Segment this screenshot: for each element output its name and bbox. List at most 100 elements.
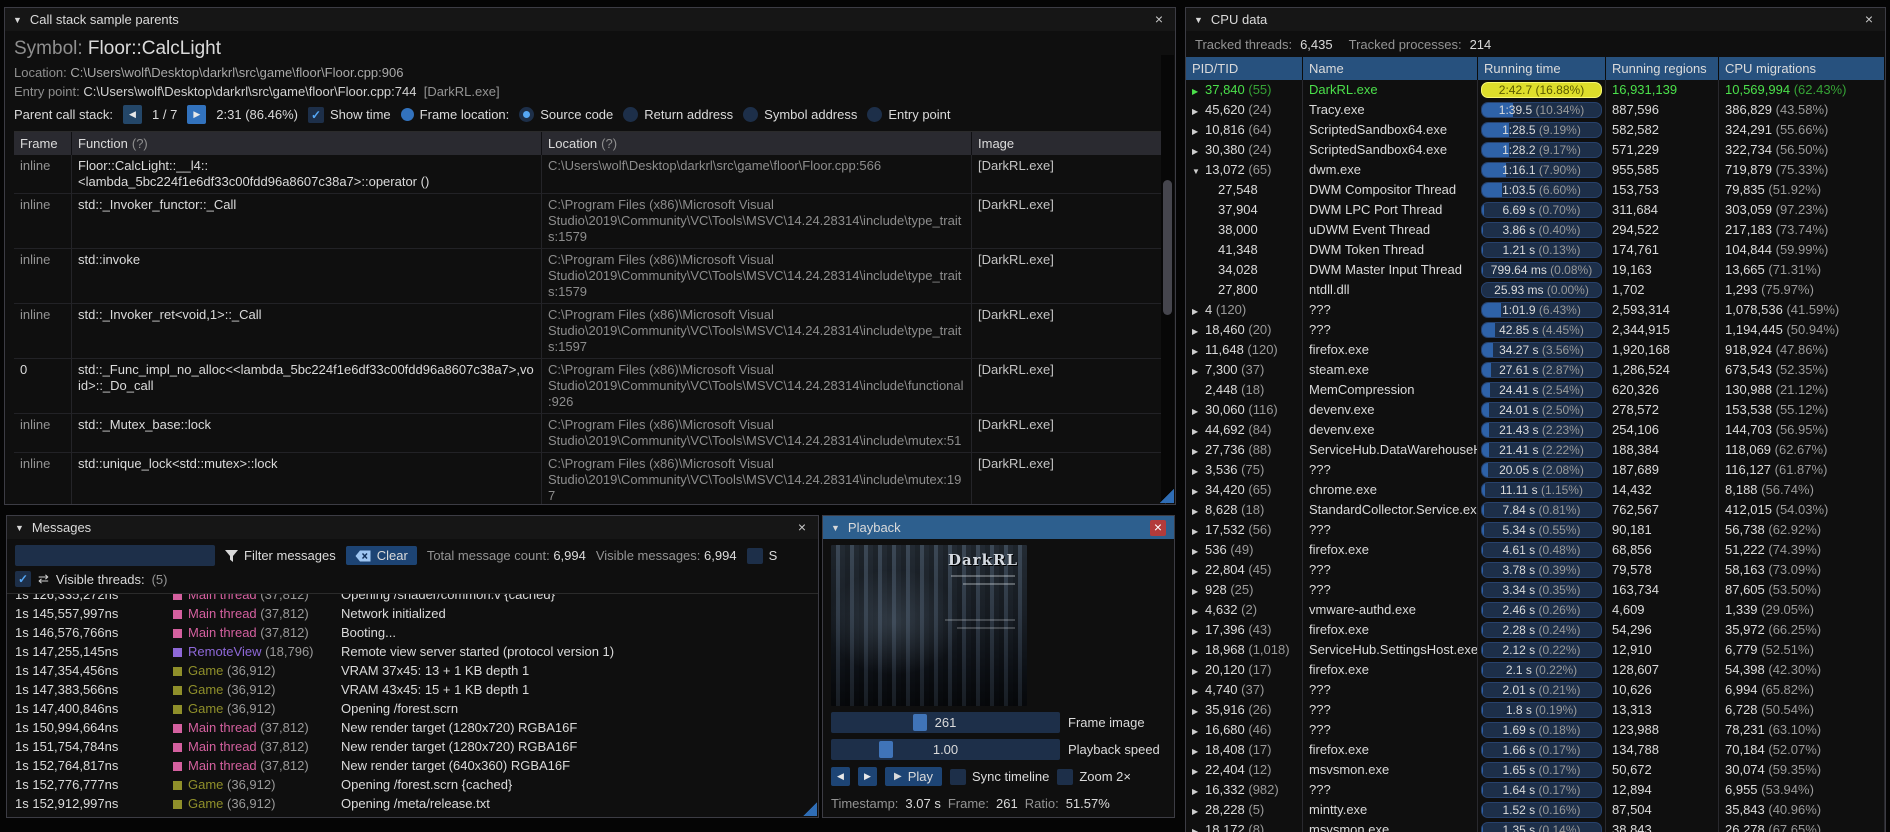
cpu-row[interactable]: ▶ 35,916 (26)??? 1.8 s (0.19%) 13,313 6,728 … [1186, 700, 1885, 720]
expand-row-icon[interactable]: ▶ [1192, 302, 1205, 320]
expand-row-icon[interactable]: ▶ [1192, 562, 1205, 580]
sync-timeline-checkbox[interactable]: ✓ Sync timeline [950, 768, 1049, 785]
scrollbar-thumb[interactable] [1163, 180, 1172, 315]
close-icon[interactable]: × [1151, 12, 1167, 28]
prev-callstack-button[interactable]: ◀ [123, 105, 142, 124]
expand-row-icon[interactable]: ▶ [1192, 482, 1205, 500]
clipped-checkbox[interactable]: ✓ S [746, 547, 777, 564]
callstack-row[interactable]: inline std::_Invoker_ret<void,1>::_Call C:… [14, 304, 1166, 359]
expand-row-icon[interactable]: ▶ [1192, 362, 1205, 380]
message-row[interactable]: 1s 147,354,456ns Game (36,912) VRAM 37x45:… [7, 661, 818, 680]
cpu-row[interactable]: ▶ 28,228 (5) mintty.exe 1.52 s (0.16%) 87,50… [1186, 800, 1885, 820]
expand-row-icon[interactable]: ▶ [1192, 322, 1205, 340]
callstack-titlebar[interactable]: ▼ Call stack sample parents × [5, 8, 1175, 31]
expand-row-icon[interactable]: ▶ [1192, 142, 1205, 160]
expand-row-icon[interactable]: ▶ [1192, 402, 1205, 420]
expand-row-icon[interactable]: ▶ [1192, 442, 1205, 460]
radio-entry-point[interactable]: Entry point [867, 107, 951, 122]
expand-row-icon[interactable]: ▶ [1192, 682, 1205, 700]
cpu-row[interactable]: 34,028 DWM Master Input Thread 799.64 ms (… [1186, 260, 1885, 280]
cpu-row[interactable]: ▶ 10,816 (64) ScriptedSandbox64.exe 1:28.5 … [1186, 120, 1885, 140]
cpu-row[interactable]: ▶ 30,380 (24) ScriptedSandbox64.exe 1:28.2 … [1186, 140, 1885, 160]
cpu-row[interactable]: ▶ 4 (120)??? 1:01.9 (6.43%) 2,593,314 1,078,… [1186, 300, 1885, 320]
close-icon[interactable]: × [1150, 519, 1166, 536]
playback-titlebar[interactable]: ▼ Playback × [823, 516, 1174, 539]
expand-row-icon[interactable]: ▶ [1192, 722, 1205, 740]
expand-row-icon[interactable]: ▶ [1192, 702, 1205, 720]
expand-row-icon[interactable]: ▶ [1192, 802, 1205, 820]
cpu-row[interactable]: ▶ 11,648 (120) firefox.exe 34.27 s (3.56%) 1… [1186, 340, 1885, 360]
cpu-row[interactable]: 27,548 DWM Compositor Thread 1:03.5 (6.60%… [1186, 180, 1885, 200]
cpu-row[interactable]: ▶27,736 (88)ServiceHub.DataWarehouseHost… [1186, 440, 1885, 460]
cpu-row[interactable]: 38,000 uDWM Event Thread 3.86 s (0.40%) 294… [1186, 220, 1885, 240]
cpu-row[interactable]: 27,800 ntdll.dll 25.93 ms (0.00%) 1,702 1,29… [1186, 280, 1885, 300]
column-header-frame[interactable]: Frame [14, 132, 72, 155]
resize-grip[interactable] [803, 802, 817, 816]
expand-row-icon[interactable]: ▶ [1192, 602, 1205, 620]
cpu-row[interactable]: ▶ 3,536 (75)??? 20.05 s (2.08%) 187,689 116,… [1186, 460, 1885, 480]
messages-titlebar[interactable]: ▼ Messages × [7, 516, 818, 539]
column-header-running-regions[interactable]: Running regions [1606, 57, 1719, 80]
messages-list[interactable]: 1s 126,335,272ns Main thread (37,812) Open… [7, 594, 818, 817]
expand-row-icon[interactable]: ▶ [1192, 462, 1205, 480]
cpu-row[interactable]: 37,904 DWM LPC Port Thread 6.69 s (0.70%) 3… [1186, 200, 1885, 220]
expand-row-icon[interactable]: ▶ [1192, 102, 1205, 120]
cpu-row[interactable]: ▶ 30,060 (116) devenv.exe 24.01 s (2.50%) 27… [1186, 400, 1885, 420]
callstack-row[interactable]: inline Floor::CalcLight::__l4::<lambda_5b… [14, 155, 1166, 194]
cpu-row[interactable]: ▼ 13,072 (65) dwm.exe 1:16.1 (7.90%) 955,585… [1186, 160, 1885, 180]
collapse-icon[interactable]: ▼ [15, 523, 24, 533]
visible-threads-label[interactable]: Visible threads: [56, 572, 145, 587]
cpu-row[interactable]: ▶ 17,532 (56)??? 5.34 s (0.55%) 90,181 56,73… [1186, 520, 1885, 540]
cpu-row[interactable]: ▶ 45,620 (24) Tracy.exe 1:39.5 (10.34%) 887,… [1186, 100, 1885, 120]
message-row[interactable]: 1s 150,994,664ns Main thread (37,812) New … [7, 718, 818, 737]
next-callstack-button[interactable]: ▶ [187, 105, 207, 124]
message-row[interactable]: 1s 145,557,997ns Main thread (37,812) Netw… [7, 604, 818, 623]
expand-row-icon[interactable]: ▶ [1192, 822, 1205, 832]
cpu-row[interactable]: 2,448 (18) MemCompression 24.41 s (2.54%) 6… [1186, 380, 1885, 400]
cpu-row[interactable]: ▶ 44,692 (84) devenv.exe 21.43 s (2.23%) 254… [1186, 420, 1885, 440]
message-row[interactable]: 1s 151,754,784ns Main thread (37,812) New … [7, 737, 818, 756]
expand-row-icon[interactable]: ▶ [1192, 422, 1205, 440]
expand-row-icon[interactable]: ▶ [1192, 622, 1205, 640]
cpu-row[interactable]: ▶ 18,408 (17) firefox.exe 1.66 s (0.17%) 134… [1186, 740, 1885, 760]
expand-row-icon[interactable]: ▶ [1192, 762, 1205, 780]
message-filter-input[interactable] [15, 545, 215, 566]
visible-threads-checkbox[interactable]: ✓ [15, 571, 31, 587]
expand-row-icon[interactable]: ▶ [1192, 502, 1205, 520]
cpu-titlebar[interactable]: ▼ CPU data × [1186, 8, 1885, 31]
column-header-location[interactable]: Location (?) [542, 132, 972, 155]
collapse-icon[interactable]: ▼ [831, 523, 840, 533]
expand-row-icon[interactable]: ▶ [1192, 542, 1205, 560]
show-time-checkbox[interactable]: ✓ Show time [307, 106, 391, 123]
callstack-row[interactable]: inline std::_Invoker_functor::_Call C:\Pro… [14, 194, 1166, 249]
callstack-row[interactable]: inline std::invoke C:\Program Files (x86)\… [14, 249, 1166, 304]
expand-row-icon[interactable]: ▶ [1192, 82, 1205, 100]
expand-row-icon[interactable]: ▶ [1192, 342, 1205, 360]
cpu-row[interactable]: ▶ 8,628 (18) StandardCollector.Service.exe… [1186, 500, 1885, 520]
frame-slider[interactable]: 261 [831, 712, 1060, 733]
message-row[interactable]: 1s 147,400,846ns Game (36,912) Opening /fo… [7, 699, 818, 718]
message-row[interactable]: 1s 126,335,272ns Main thread (37,812) Open… [7, 594, 818, 604]
expand-row-icon[interactable]: ▶ [1192, 642, 1205, 660]
speed-slider[interactable]: 1.00 [831, 739, 1060, 760]
play-button[interactable]: ▶ Play [885, 767, 942, 786]
expand-row-icon[interactable]: ▶ [1192, 662, 1205, 680]
cpu-row[interactable]: ▶ 4,740 (37)??? 2.01 s (0.21%) 10,626 6,994 … [1186, 680, 1885, 700]
cpu-table-body[interactable]: ▶ 37,840 (55) DarkRL.exe 2:42.7 (16.88%) 16,… [1186, 80, 1885, 832]
cpu-row[interactable]: ▶ 4,632 (2) vmware-authd.exe 2.46 s (0.26%)… [1186, 600, 1885, 620]
cpu-row[interactable]: ▶ 18,172 (8) msvsmon.exe 1.35 s (0.14%) 38,8… [1186, 820, 1885, 832]
cpu-row[interactable]: ▶ 536 (49) firefox.exe 4.61 s (0.48%) 68,856… [1186, 540, 1885, 560]
collapse-icon[interactable]: ▼ [13, 15, 22, 25]
cpu-row[interactable]: ▶ 34,420 (65) chrome.exe 11.11 s (1.15%) 14,… [1186, 480, 1885, 500]
zoom-2x-checkbox[interactable]: ✓ Zoom 2× [1057, 768, 1131, 785]
message-row[interactable]: 1s 147,255,145ns RemoteView (18,796) Remot… [7, 642, 818, 661]
cpu-row[interactable]: ▶ 7,300 (37) steam.exe 27.61 s (2.87%) 1,286… [1186, 360, 1885, 380]
close-icon[interactable]: × [1861, 12, 1877, 28]
expand-row-icon[interactable]: ▶ [1192, 122, 1205, 140]
cpu-row[interactable]: ▶ 16,332 (982)??? 1.64 s (0.17%) 12,894 6,95… [1186, 780, 1885, 800]
expand-row-icon[interactable]: ▶ [1192, 582, 1205, 600]
cpu-row[interactable]: ▶ 22,804 (45)??? 3.78 s (0.39%) 79,578 58,16… [1186, 560, 1885, 580]
message-row[interactable]: 1s 146,576,766ns Main thread (37,812) Boot… [7, 623, 818, 642]
collapse-icon[interactable]: ▼ [1194, 15, 1203, 25]
callstack-row[interactable]: 0 std::_Func_impl_no_alloc<<lambda_5bc224… [14, 359, 1166, 414]
